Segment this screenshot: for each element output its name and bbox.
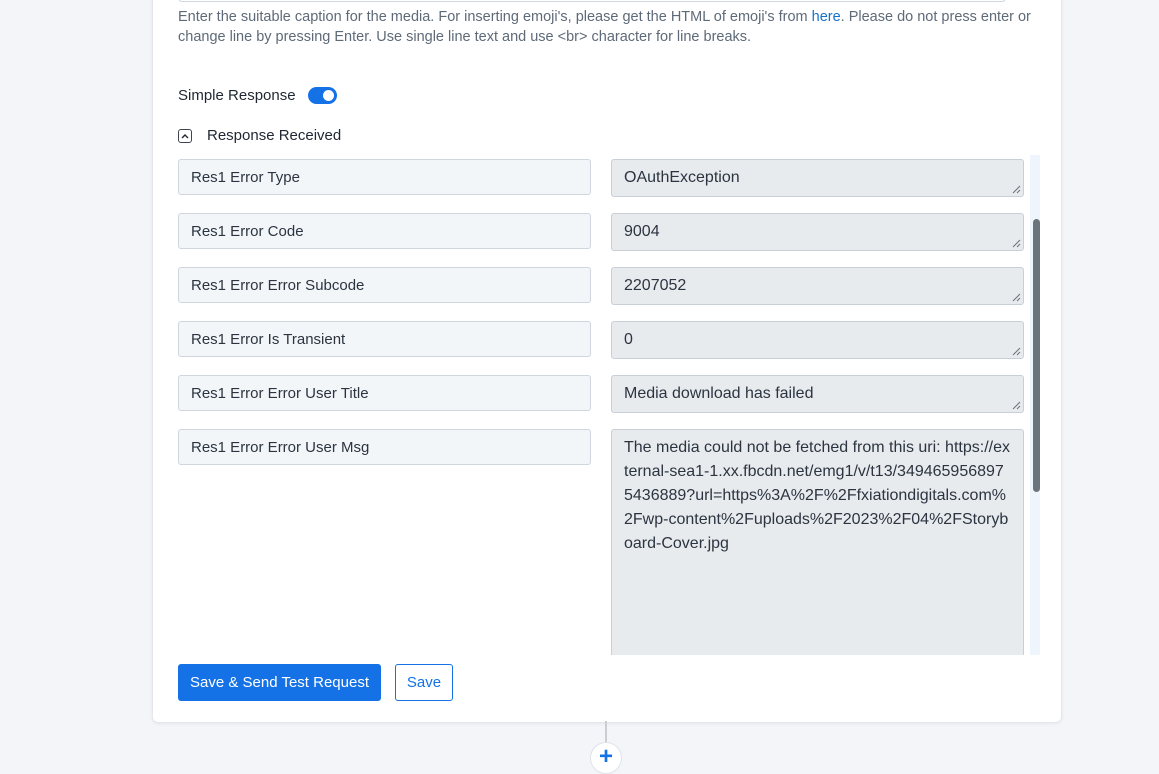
- field-value[interactable]: Media download has failed: [611, 375, 1024, 413]
- field-value[interactable]: 9004: [611, 213, 1024, 251]
- response-field-row: Res1 Error Is Transient 0: [178, 321, 1024, 359]
- field-value-text: 0: [624, 331, 633, 348]
- field-value-text: 2207052: [624, 277, 687, 294]
- field-key[interactable]: Res1 Error Error Subcode: [178, 267, 591, 303]
- response-field-row: Res1 Error Error Subcode 2207052: [178, 267, 1024, 305]
- field-value[interactable]: 2207052: [611, 267, 1024, 305]
- simple-response-row: Simple Response: [178, 87, 337, 104]
- response-fields-list: Res1 Error Type OAuthException Res1 Erro…: [178, 159, 1040, 655]
- simple-response-label: Simple Response: [178, 87, 296, 104]
- field-value[interactable]: The media could not be fetched from this…: [611, 429, 1024, 655]
- response-received-header[interactable]: Response Received: [178, 127, 341, 144]
- response-field-row: Res1 Error Error User Msg The media coul…: [178, 429, 1024, 655]
- field-key[interactable]: Res1 Error Is Transient: [178, 321, 591, 357]
- scrollbar-thumb[interactable]: [1033, 219, 1040, 492]
- step-config-card: Enter the suitable caption for the media…: [152, 0, 1062, 723]
- resize-grip-icon[interactable]: [1012, 401, 1021, 410]
- field-key[interactable]: Res1 Error Error User Title: [178, 375, 591, 411]
- response-field-row: Res1 Error Code 9004: [178, 213, 1024, 251]
- resize-grip-icon[interactable]: [1012, 293, 1021, 302]
- help-text-part1: Enter the suitable caption for the media…: [178, 9, 812, 25]
- field-value-text: 9004: [624, 223, 660, 240]
- field-key[interactable]: Res1 Error Error User Msg: [178, 429, 591, 465]
- field-value-text: The media could not be fetched from this…: [624, 439, 1010, 552]
- emoji-html-link[interactable]: here: [812, 9, 841, 25]
- field-key[interactable]: Res1 Error Code: [178, 213, 591, 249]
- caption-input-bottom-edge[interactable]: [178, 0, 1006, 2]
- chevron-up-icon[interactable]: [178, 128, 192, 143]
- field-value[interactable]: 0: [611, 321, 1024, 359]
- toggle-knob: [322, 90, 334, 101]
- save-and-send-test-request-button[interactable]: Save & Send Test Request: [178, 664, 381, 701]
- resize-grip-icon[interactable]: [1012, 347, 1021, 356]
- resize-grip-icon[interactable]: [1012, 239, 1021, 248]
- response-field-row: Res1 Error Type OAuthException: [178, 159, 1024, 197]
- response-field-row: Res1 Error Error User Title Media downlo…: [178, 375, 1024, 413]
- field-value[interactable]: OAuthException: [611, 159, 1024, 197]
- resize-grip[interactable]: [969, 0, 995, 2]
- field-key[interactable]: Res1 Error Type: [178, 159, 591, 195]
- field-value-text: OAuthException: [624, 169, 740, 186]
- response-received-title: Response Received: [207, 127, 342, 144]
- resize-grip-icon[interactable]: [1012, 185, 1021, 194]
- caption-help-text: Enter the suitable caption for the media…: [178, 7, 1038, 47]
- field-value-text: Media download has failed: [624, 385, 814, 402]
- plus-icon[interactable]: +: [590, 742, 622, 774]
- simple-response-toggle[interactable]: [307, 87, 337, 104]
- save-button[interactable]: Save: [395, 664, 453, 701]
